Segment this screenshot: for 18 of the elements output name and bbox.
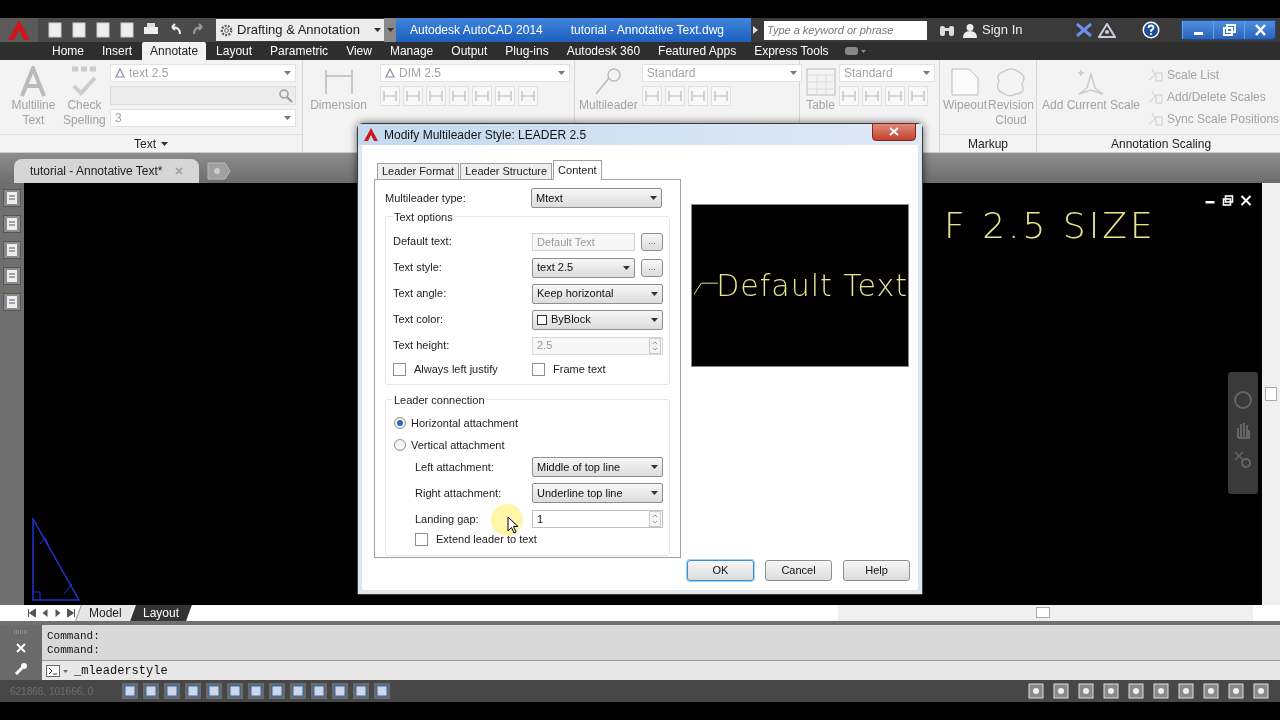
field-label: Landing gap: xyxy=(415,511,479,527)
field-label: Text style: xyxy=(393,260,442,276)
field-label: Left attachment: xyxy=(415,459,494,475)
dialog-title: Modify Multileader Style: LEADER 2.5 xyxy=(384,126,588,144)
field-label: Text angle: xyxy=(393,286,447,302)
product-name: Autodesk AutoCAD 2014 xyxy=(410,22,543,39)
preview-text: Default Text xyxy=(716,267,908,305)
document-name: tutorial - Annotative Text.dwg xyxy=(570,22,724,39)
field-label: Default text: xyxy=(393,234,452,250)
field-label: Right attachment: xyxy=(415,485,502,501)
drawing-text: F 2.5 SIZE xyxy=(944,204,1156,248)
field-label: Multileader type: xyxy=(385,190,466,206)
field-label: Text color: xyxy=(393,312,444,328)
panel-title: Annotation Scaling xyxy=(1111,135,1212,153)
command-history-line: Command: xyxy=(47,642,101,657)
field-label: Text height: xyxy=(393,338,450,354)
panel-title: Markup xyxy=(968,135,1008,153)
command-history-line: Command: xyxy=(47,628,101,643)
